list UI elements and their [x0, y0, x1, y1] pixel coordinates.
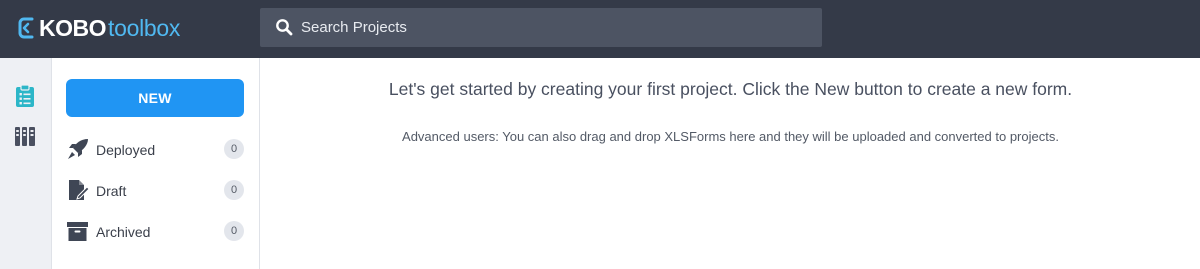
- search-projects-input[interactable]: Search Projects: [260, 8, 822, 47]
- sidebar-item-label: Draft: [96, 183, 127, 199]
- empty-state-heading: Let's get started by creating your first…: [388, 79, 1073, 99]
- archived-count-badge: 0: [224, 221, 244, 241]
- kobo-logo-icon: [18, 17, 34, 39]
- draft-count-badge: 0: [224, 180, 244, 200]
- kobotoolbox-logo[interactable]: KOBO toolbox: [18, 13, 180, 43]
- sidebar-item-archived[interactable]: Archived 0: [66, 216, 244, 246]
- sidebar-item-label: Deployed: [96, 142, 156, 158]
- logo-text-kobo: KOBO: [39, 14, 107, 41]
- draft-document-icon: [69, 180, 90, 200]
- new-project-button[interactable]: NEW: [66, 79, 244, 117]
- empty-state-subtext: Advanced users: You can also drag and dr…: [402, 129, 1059, 144]
- library-books-icon[interactable]: [14, 123, 36, 147]
- projects-sidebar: NEW Deployed 0 Draft 0 Archived 0: [52, 58, 260, 269]
- search-icon: [276, 19, 293, 36]
- empty-projects-area[interactable]: Let's get started by creating your first…: [261, 58, 1200, 269]
- archive-box-icon: [67, 222, 88, 241]
- logo-text-toolbox: toolbox: [108, 14, 181, 41]
- sidebar-item-draft[interactable]: Draft 0: [66, 175, 244, 205]
- search-placeholder: Search Projects: [301, 19, 407, 36]
- deployed-count-badge: 0: [224, 139, 244, 159]
- sidebar-item-deployed[interactable]: Deployed 0: [66, 134, 244, 164]
- clipboard-list-icon[interactable]: [14, 84, 36, 108]
- rocket-icon: [68, 139, 88, 159]
- sidebar-item-label: Archived: [96, 224, 151, 240]
- left-icon-rail: [0, 58, 52, 269]
- top-bar: KOBO toolbox Search Projects: [0, 0, 1200, 58]
